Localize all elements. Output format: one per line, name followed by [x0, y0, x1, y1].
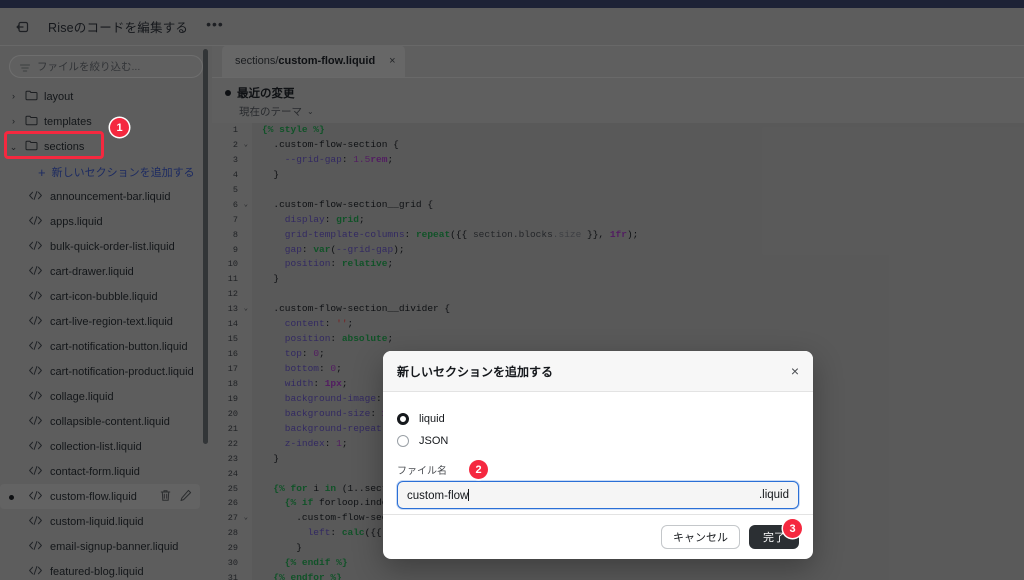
modal-header: 新しいセクションを追加する ×	[383, 351, 813, 392]
filename-text: custom-flow	[407, 489, 469, 502]
radio-liquid-icon[interactable]	[397, 413, 409, 425]
modal-body: liquid JSON ファイル名 custom-flow .liquid	[383, 392, 813, 515]
add-section-modal: 新しいセクションを追加する × liquid JSON ファイル名 custom…	[383, 351, 813, 559]
highlight-rect-sections	[4, 131, 104, 159]
screen-root: Riseのコードを編集する ••• ファイルを絞り込む... › layout …	[0, 0, 1024, 580]
annotation-badge-3: 3	[783, 519, 802, 538]
close-icon[interactable]: ×	[791, 364, 799, 378]
modal-title: 新しいセクションを追加する	[397, 364, 554, 379]
radio-liquid-label: liquid	[419, 413, 445, 425]
filename-input[interactable]: custom-flow .liquid	[397, 481, 799, 509]
annotation-badge-1: 1	[110, 118, 129, 137]
radio-option-json[interactable]: JSON	[397, 430, 799, 452]
filename-suffix: .liquid	[758, 489, 789, 501]
radio-option-liquid[interactable]: liquid	[397, 408, 799, 430]
cancel-button[interactable]: キャンセル	[661, 525, 740, 549]
filename-label: ファイル名	[397, 466, 447, 477]
annotation-badge-2: 2	[469, 460, 488, 479]
modal-footer: キャンセル 完了	[383, 514, 813, 559]
radio-json-label: JSON	[419, 435, 449, 447]
filename-value: custom-flow	[407, 488, 759, 502]
radio-json-icon[interactable]	[397, 435, 409, 447]
text-caret	[468, 488, 470, 501]
